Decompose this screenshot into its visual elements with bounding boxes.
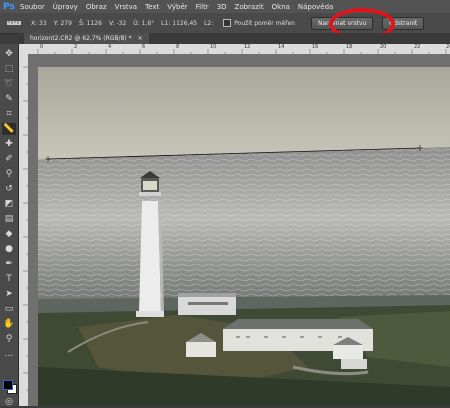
- menu-item-file[interactable]: Soubor: [20, 3, 45, 11]
- ruler-label: 8: [176, 44, 180, 50]
- menu-item-select[interactable]: Výběr: [167, 3, 187, 11]
- tools-panel: ✥ ⬚ ➰ ✎ ⌗ 📏 ✚ ✐ ⚲ ↺ ◩ ▤ ◆ ● ✒ T ➤ ▭ ✋ ⚲ …: [0, 44, 19, 408]
- menu-item-layer[interactable]: Vrstva: [115, 3, 138, 11]
- document-tab[interactable]: horizont2.CR2 @ 62,7% (RGB/8) * ×: [24, 33, 149, 44]
- quick-select-tool-icon[interactable]: ✎: [2, 93, 16, 105]
- ruler-label: 14: [278, 44, 285, 50]
- pen-tool-icon[interactable]: ✒: [2, 258, 16, 270]
- menu-item-window[interactable]: Okna: [272, 3, 290, 11]
- brush-tool-icon[interactable]: ✐: [2, 153, 16, 165]
- use-measurement-scale-checkbox[interactable]: [223, 19, 232, 27]
- shape-tool-icon[interactable]: ▭: [2, 303, 16, 315]
- ruler-label: 22: [414, 44, 421, 50]
- ruler-label: 0: [40, 44, 44, 50]
- crop-tool-icon[interactable]: ⌗: [2, 108, 16, 120]
- menu-item-edit[interactable]: Úpravy: [53, 3, 78, 11]
- photoshop-logo: Ps: [3, 1, 15, 12]
- ruler-label: 2: [74, 44, 78, 50]
- x-readout: X: 33: [31, 19, 47, 27]
- move-tool-icon[interactable]: ✥: [2, 48, 16, 60]
- gradient-tool-icon[interactable]: ▤: [2, 213, 16, 225]
- ruler-label: 24: [446, 44, 450, 50]
- menu-item-filter[interactable]: Filtr: [196, 3, 209, 11]
- ruler-label: 10: [210, 44, 217, 50]
- document-image: [38, 67, 450, 406]
- foreground-color-swatch[interactable]: [3, 380, 13, 390]
- ruler-label: 4: [108, 44, 112, 50]
- ruler-label: 6: [142, 44, 146, 50]
- menu-item-view[interactable]: Zobrazit: [235, 3, 264, 11]
- length2-readout: L2:: [204, 19, 214, 27]
- width-readout: Š: 1126: [78, 19, 102, 27]
- use-measurement-scale-label: Použít poměr měřen: [234, 19, 295, 27]
- lasso-tool-icon[interactable]: ➰: [2, 78, 16, 90]
- ruler-label: 16: [312, 44, 319, 50]
- height-readout: V: -32: [108, 19, 127, 27]
- ruler-label: 20: [380, 44, 387, 50]
- menu-item-type[interactable]: Text: [145, 3, 159, 11]
- length1-readout: L1: 1126,45: [161, 19, 198, 27]
- menu-item-help[interactable]: Nápověda: [298, 3, 333, 11]
- ruler-tool-preset-icon[interactable]: [4, 16, 24, 30]
- history-brush-tool-icon[interactable]: ↺: [2, 183, 16, 195]
- menu-item-image[interactable]: Obraz: [86, 3, 107, 11]
- hand-tool-icon[interactable]: ✋: [2, 318, 16, 330]
- healing-brush-tool-icon[interactable]: ✚: [2, 138, 16, 150]
- ruler-label: 18: [346, 44, 353, 50]
- quick-mask-icon[interactable]: ◎: [2, 396, 16, 408]
- type-tool-icon[interactable]: T: [2, 273, 16, 285]
- document-tab-bar: horizont2.CR2 @ 62,7% (RGB/8) * ×: [18, 33, 450, 44]
- document-tab-title: horizont2.CR2 @ 62,7% (RGB/8) *: [30, 35, 132, 42]
- y-readout: Y: 279: [53, 19, 72, 27]
- menu-item-3d[interactable]: 3D: [217, 3, 227, 11]
- ruler-label: 12: [244, 44, 251, 50]
- marquee-tool-icon[interactable]: ⬚: [2, 63, 16, 75]
- dodge-tool-icon[interactable]: ●: [2, 243, 16, 255]
- ruler-tool-icon[interactable]: 📏: [2, 123, 16, 135]
- clone-stamp-tool-icon[interactable]: ⚲: [2, 168, 16, 180]
- ruler-corner: [18, 44, 28, 54]
- blur-tool-icon[interactable]: ◆: [2, 228, 16, 240]
- path-select-tool-icon[interactable]: ➤: [2, 288, 16, 300]
- close-icon[interactable]: ×: [138, 35, 143, 42]
- eraser-tool-icon[interactable]: ◩: [2, 198, 16, 210]
- angle-readout: Ú: 1,6°: [133, 19, 155, 27]
- edit-toolbar-icon[interactable]: …: [2, 348, 16, 360]
- zoom-tool-icon[interactable]: ⚲: [2, 333, 16, 345]
